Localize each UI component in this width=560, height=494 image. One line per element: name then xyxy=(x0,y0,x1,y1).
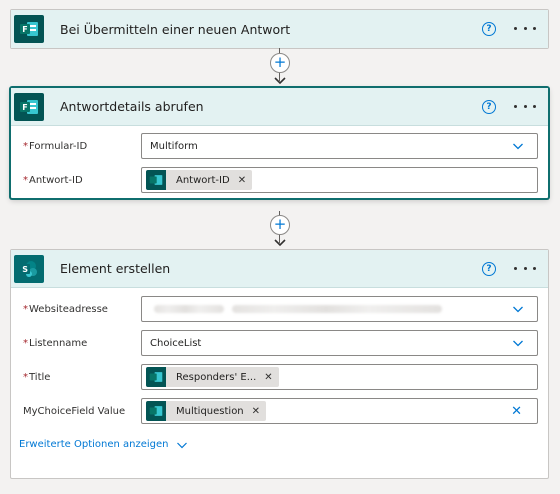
get-response-card-body: *Formular-ID Multiform *Antwort-ID Antwo… xyxy=(11,126,548,198)
response-id-row: *Antwort-ID Antwort-ID ✕ xyxy=(23,166,538,194)
get-response-card-title: Antwortdetails abrufen xyxy=(60,99,204,114)
site-address-label: *Websiteadresse xyxy=(23,303,108,315)
insert-step-button[interactable]: + xyxy=(270,53,290,73)
title-label: *Title xyxy=(23,371,51,383)
more-options-icon[interactable] xyxy=(514,98,536,114)
choice-field-label: MyChoiceField Value xyxy=(23,405,126,417)
title-row: *Title Responders' E... ✕ xyxy=(23,363,538,391)
remove-token-icon[interactable]: ✕ xyxy=(252,406,260,417)
svg-text:F: F xyxy=(22,25,27,34)
list-name-dropdown[interactable]: ChoiceList xyxy=(141,330,538,356)
forms-icon: F xyxy=(14,15,44,43)
dynamic-content-token[interactable]: Antwort-ID ✕ xyxy=(146,170,253,190)
choice-field-row: MyChoiceField Value Multiquestion ✕ ✕ xyxy=(23,397,538,425)
forms-icon xyxy=(146,401,166,421)
forms-icon xyxy=(146,170,166,190)
site-address-dropdown[interactable] xyxy=(141,296,538,322)
trigger-card-header[interactable]: F Bei Übermitteln einer neuen Antwort ? xyxy=(11,10,548,48)
create-item-card-header[interactable]: S Element erstellen ? xyxy=(11,250,548,288)
help-icon[interactable]: ? xyxy=(482,262,496,276)
advanced-options-label: Erweiterte Optionen anzeigen xyxy=(19,439,169,450)
arrow-down-icon xyxy=(274,239,286,247)
dynamic-content-token[interactable]: Responders' E... ✕ xyxy=(146,367,279,387)
choice-field-input[interactable]: Multiquestion ✕ ✕ xyxy=(141,398,538,424)
chevron-down-icon[interactable] xyxy=(513,338,523,348)
site-address-row: *Websiteadresse xyxy=(23,295,538,323)
help-icon[interactable]: ? xyxy=(482,22,496,36)
form-id-row: *Formular-ID Multiform xyxy=(23,132,538,160)
forms-icon: F xyxy=(14,92,44,121)
clear-field-icon[interactable]: ✕ xyxy=(511,405,522,418)
token-label: Antwort-ID xyxy=(176,174,230,186)
title-input[interactable]: Responders' E... ✕ xyxy=(141,364,538,390)
connector-2: + xyxy=(270,211,290,249)
list-name-row: *Listenname ChoiceList xyxy=(23,329,538,357)
chevron-down-icon[interactable] xyxy=(513,304,523,314)
form-id-label: *Formular-ID xyxy=(23,140,88,152)
create-item-card-body: *Websiteadresse *Listenname ChoiceList *… xyxy=(11,288,548,478)
create-item-card[interactable]: S Element erstellen ? *Websiteadresse *L… xyxy=(10,249,549,479)
obscured-site-url xyxy=(154,305,224,313)
remove-token-icon[interactable]: ✕ xyxy=(264,372,272,383)
form-id-value: Multiform xyxy=(150,140,198,152)
get-response-card[interactable]: F Antwortdetails abrufen ? *Formular-ID … xyxy=(10,87,549,199)
create-item-card-title: Element erstellen xyxy=(60,261,171,276)
trigger-card-title: Bei Übermitteln einer neuen Antwort xyxy=(60,21,291,37)
list-name-value: ChoiceList xyxy=(150,337,202,349)
token-label: Responders' E... xyxy=(176,371,257,383)
response-id-label: *Antwort-ID xyxy=(23,174,83,186)
svg-text:F: F xyxy=(22,103,27,112)
token-label: Multiquestion xyxy=(176,405,244,417)
arrow-down-icon xyxy=(274,77,286,85)
trigger-card[interactable]: F Bei Übermitteln einer neuen Antwort ? xyxy=(10,9,549,49)
svg-text:S: S xyxy=(22,265,28,274)
get-response-card-header[interactable]: F Antwortdetails abrufen ? xyxy=(11,88,548,126)
help-icon[interactable]: ? xyxy=(482,100,496,114)
remove-token-icon[interactable]: ✕ xyxy=(238,175,246,186)
connector-1: + xyxy=(270,48,290,86)
form-id-dropdown[interactable]: Multiform xyxy=(141,133,538,159)
response-id-input[interactable]: Antwort-ID ✕ xyxy=(141,167,538,193)
sharepoint-icon: S xyxy=(14,254,44,283)
forms-icon xyxy=(146,367,166,387)
show-advanced-options-link[interactable]: Erweiterte Optionen anzeigen xyxy=(19,439,538,450)
chevron-down-icon[interactable] xyxy=(513,141,523,151)
obscured-site-url xyxy=(232,305,442,313)
insert-step-button[interactable]: + xyxy=(270,215,290,235)
more-options-icon[interactable] xyxy=(514,20,536,36)
list-name-label: *Listenname xyxy=(23,337,88,349)
dynamic-content-token[interactable]: Multiquestion ✕ xyxy=(146,401,267,421)
chevron-down-icon xyxy=(176,442,187,448)
more-options-icon[interactable] xyxy=(514,260,536,276)
